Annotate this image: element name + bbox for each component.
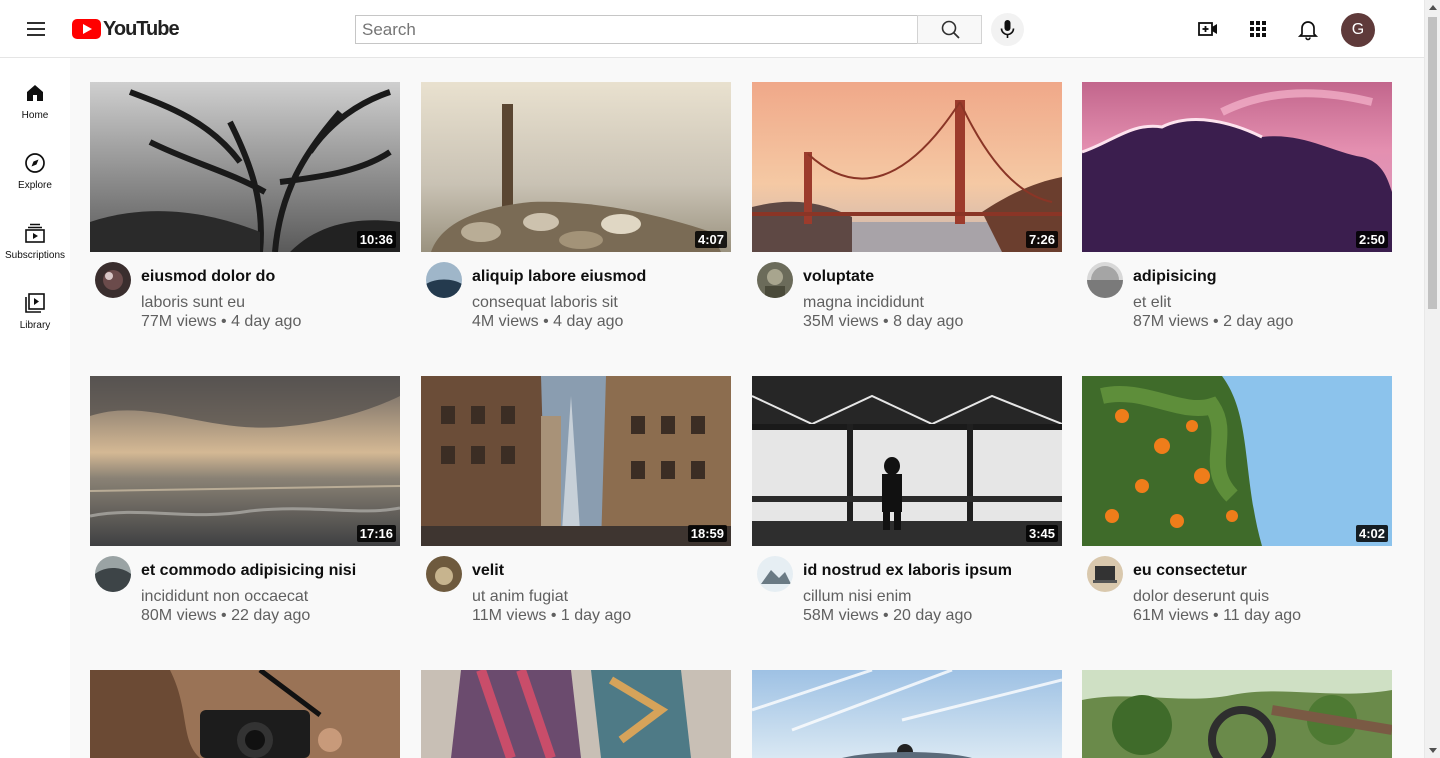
- channel-avatar[interactable]: [757, 556, 793, 592]
- youtube-logo[interactable]: YouTube: [72, 17, 180, 41]
- video-card[interactable]: 7:26 voluptate magna incididunt 35M view…: [752, 82, 1062, 362]
- channel-avatar[interactable]: [95, 262, 131, 298]
- channel-name[interactable]: laboris sunt eu: [141, 294, 245, 312]
- account-avatar[interactable]: G: [1341, 13, 1375, 47]
- channel-avatar[interactable]: [757, 262, 793, 298]
- video-card[interactable]: 4:02 eu consectetur dolor deserunt quis …: [1082, 376, 1392, 656]
- apps-grid-icon[interactable]: [1246, 17, 1270, 41]
- video-duration: 10:36: [356, 231, 396, 248]
- voice-search-button[interactable]: [991, 13, 1024, 46]
- mini-sidebar: Home Explore Subscriptions Library: [0, 58, 70, 758]
- mic-icon: [1000, 20, 1015, 38]
- video-card[interactable]: 17:16 et commodo adipisicing nisi incidi…: [90, 376, 400, 656]
- video-meta: 4M views • 4 day ago: [472, 313, 624, 330]
- channel-name[interactable]: magna incididunt: [803, 294, 924, 312]
- library-icon: [25, 293, 45, 313]
- video-thumbnail[interactable]: 2:50: [1082, 82, 1392, 252]
- channel-name[interactable]: cillum nisi enim: [803, 588, 911, 606]
- video-thumbnail[interactable]: [421, 670, 731, 758]
- video-thumbnail[interactable]: 4:02: [1082, 376, 1392, 546]
- video-meta: 35M views • 8 day ago: [803, 313, 964, 330]
- video-title[interactable]: eu consectetur: [1133, 562, 1247, 580]
- video-card[interactable]: 2:50 adipisicing et elit 87M views • 2 d…: [1082, 82, 1392, 362]
- create-video-icon[interactable]: [1196, 17, 1220, 41]
- sidebar-item-explore[interactable]: Explore: [0, 151, 70, 211]
- compass-icon: [25, 153, 45, 173]
- video-duration: 17:16: [356, 525, 396, 542]
- sidebar-item-library[interactable]: Library: [0, 291, 70, 351]
- video-meta: 11M views • 1 day ago: [472, 607, 632, 624]
- video-duration: 4:07: [694, 231, 727, 248]
- video-thumbnail[interactable]: 10:36: [90, 82, 400, 252]
- video-thumbnail[interactable]: 3:45: [752, 376, 1062, 546]
- scroll-up-arrow-icon[interactable]: [1429, 5, 1437, 10]
- channel-avatar[interactable]: [1087, 262, 1123, 298]
- search-button[interactable]: [917, 15, 982, 44]
- channel-name[interactable]: et elit: [1133, 294, 1171, 312]
- video-meta: 77M views • 4 day ago: [141, 313, 302, 330]
- video-title[interactable]: velit: [472, 562, 504, 580]
- video-duration: 3:45: [1025, 525, 1058, 542]
- video-thumbnail[interactable]: 18:59: [421, 376, 731, 546]
- video-title[interactable]: adipisicing: [1133, 268, 1217, 286]
- video-card[interactable]: 18:59 velit ut anim fugiat 11M views • 1…: [421, 376, 731, 656]
- video-meta: 58M views • 20 day ago: [803, 607, 973, 624]
- video-thumbnail[interactable]: 17:16: [90, 376, 400, 546]
- sidebar-item-label: Explore: [18, 180, 52, 191]
- channel-name[interactable]: incididunt non occaecat: [141, 588, 308, 606]
- video-meta: 87M views • 2 day ago: [1133, 313, 1294, 330]
- video-thumbnail[interactable]: [1082, 670, 1392, 758]
- scrollbar-thumb[interactable]: [1428, 17, 1437, 309]
- video-duration: 2:50: [1355, 231, 1388, 248]
- video-card[interactable]: 3:45 id nostrud ex laboris ipsum cillum …: [752, 376, 1062, 656]
- sidebar-item-home[interactable]: Home: [0, 81, 70, 141]
- video-title[interactable]: id nostrud ex laboris ipsum: [803, 562, 1012, 580]
- video-duration: 18:59: [687, 525, 727, 542]
- video-duration: 7:26: [1025, 231, 1058, 248]
- video-title[interactable]: eiusmod dolor do: [141, 268, 275, 286]
- page-scrollbar[interactable]: [1424, 0, 1440, 758]
- channel-name[interactable]: ut anim fugiat: [472, 588, 568, 606]
- notifications-bell-icon[interactable]: [1296, 17, 1320, 41]
- channel-avatar[interactable]: [426, 556, 462, 592]
- video-meta: 61M views • 11 day ago: [1133, 607, 1302, 624]
- sidebar-item-subscriptions[interactable]: Subscriptions: [0, 221, 70, 281]
- video-title[interactable]: voluptate: [803, 268, 874, 286]
- top-header: YouTube Search G: [0, 0, 1424, 58]
- channel-avatar[interactable]: [1087, 556, 1123, 592]
- search-icon: [941, 20, 960, 39]
- video-title[interactable]: et commodo adipisicing nisi: [141, 562, 356, 580]
- video-thumbnail[interactable]: [752, 670, 1062, 758]
- video-duration: 4:02: [1355, 525, 1388, 542]
- channel-avatar[interactable]: [95, 556, 131, 592]
- play-logo-icon: [72, 19, 101, 39]
- home-icon: [27, 85, 43, 101]
- subscriptions-icon: [25, 223, 45, 243]
- video-thumbnail[interactable]: [90, 670, 400, 758]
- scroll-down-arrow-icon[interactable]: [1429, 748, 1437, 753]
- channel-name[interactable]: consequat laboris sit: [472, 294, 618, 312]
- video-thumbnail[interactable]: 7:26: [752, 82, 1062, 252]
- search-input[interactable]: [355, 15, 918, 44]
- video-card[interactable]: 4:07 aliquip labore eiusmod consequat la…: [421, 82, 731, 362]
- video-thumbnail[interactable]: 4:07: [421, 82, 731, 252]
- logo-text: YouTube: [103, 17, 180, 40]
- video-title[interactable]: aliquip labore eiusmod: [472, 268, 646, 286]
- video-meta: 80M views • 22 day ago: [141, 607, 311, 624]
- channel-avatar[interactable]: [426, 262, 462, 298]
- sidebar-item-label: Subscriptions: [4, 250, 66, 261]
- video-card[interactable]: 10:36 eiusmod dolor do laboris sunt eu 7…: [90, 82, 400, 362]
- sidebar-item-label: Library: [19, 320, 51, 331]
- sidebar-item-label: Home: [21, 110, 49, 121]
- menu-icon[interactable]: [22, 16, 50, 42]
- channel-name[interactable]: dolor deserunt quis: [1133, 588, 1269, 606]
